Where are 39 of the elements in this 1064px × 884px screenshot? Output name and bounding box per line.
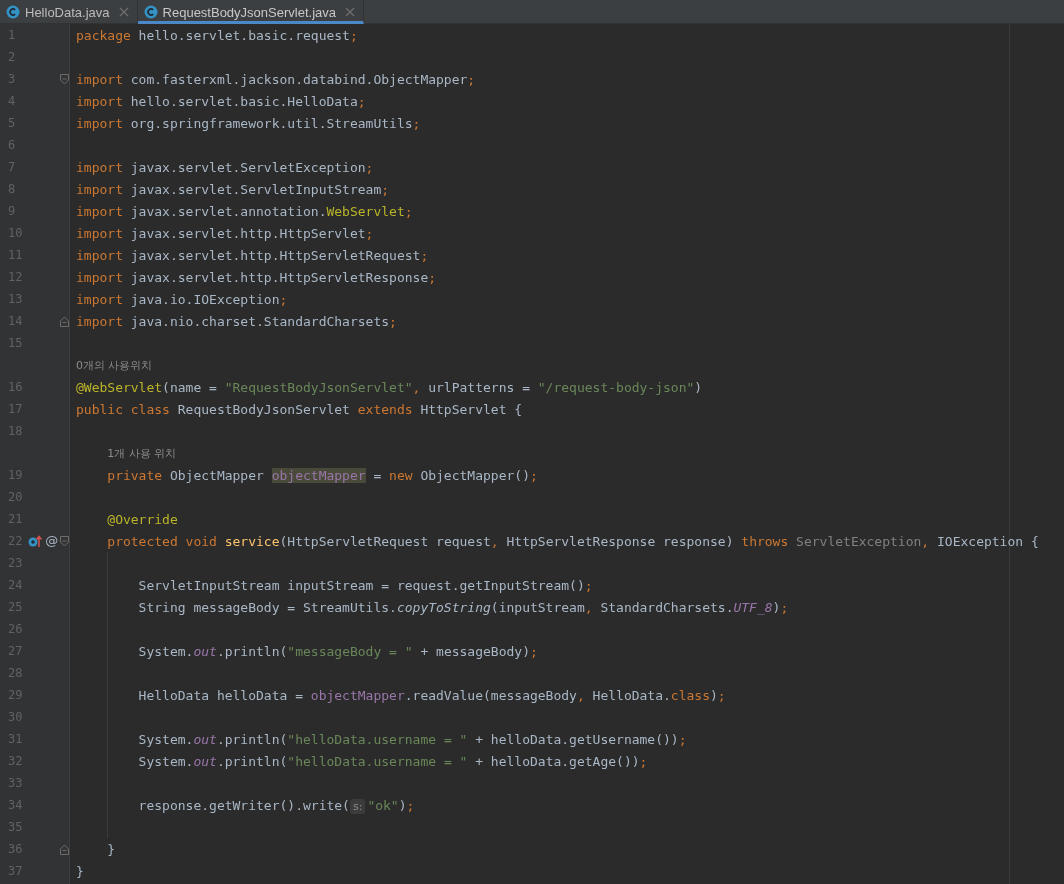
- close-icon[interactable]: [345, 7, 355, 17]
- code-line: import java.nio.charset.StandardCharsets;: [76, 313, 397, 329]
- fold-icon[interactable]: [59, 73, 69, 85]
- code-line: System.out.println("messageBody = " + messageBody);: [137, 643, 538, 659]
- code-line: System.out.println("helloData.username = " + helloData.getUsername());: [137, 731, 687, 747]
- fold-icon[interactable]: [59, 535, 69, 547]
- editor-tab[interactable]: RequestBodyJsonServlet.java: [137, 0, 364, 24]
- usage-hint[interactable]: 1개 사용 위치: [107, 445, 177, 461]
- close-icon[interactable]: [118, 7, 129, 17]
- code-line: public class RequestBodyJsonServlet extends HttpServlet {: [76, 401, 523, 417]
- code-line: import org.springframework.util.StreamUtils;: [76, 115, 421, 131]
- usage-hint[interactable]: 0개의 사용위치: [76, 357, 153, 373]
- code-line: import javax.servlet.http.HttpServlet;: [76, 225, 374, 241]
- code-line: protected void service(HttpServletRequest request, HttpServletResponse response) throws ServletException, IOException {: [106, 533, 1039, 549]
- code-line: System.out.println("helloData.username = " + helloData.getAge());: [137, 753, 648, 769]
- code-line: package hello.servlet.basic.request;: [76, 27, 358, 43]
- overrides-method-icon[interactable]: [28, 534, 43, 548]
- fold-icon[interactable]: [59, 843, 69, 855]
- code-line: ServletInputStream inputStream = request.getInputStream();: [137, 577, 593, 593]
- code-line: }: [106, 841, 116, 857]
- code-line: import java.io.IOException;: [76, 291, 288, 307]
- code-line: String messageBody = StreamUtils.copyToString(inputStream, StandardCharsets.UTF_8);: [137, 599, 789, 615]
- class-file-icon: [6, 5, 20, 19]
- code-line: HelloData helloData = objectMapper.readValue(messageBody, HelloData.class);: [137, 687, 726, 703]
- code-line: import javax.servlet.http.HttpServletRequest;: [76, 247, 429, 263]
- annotation-marker[interactable]: @: [45, 534, 59, 548]
- code-line: import javax.servlet.ServletException;: [76, 159, 374, 175]
- code-line: @Override: [106, 511, 178, 527]
- code-line: import hello.servlet.basic.HelloData;: [76, 93, 366, 109]
- code-line: import com.fasterxml.jackson.databind.ObjectMapper;: [76, 71, 476, 87]
- code-line: response.getWriter().write( s: "ok");: [137, 797, 415, 813]
- code-line: private ObjectMapper objectMapper = new ObjectMapper();: [106, 467, 538, 483]
- class-file-icon: [143, 5, 158, 19]
- fold-icon[interactable]: [59, 315, 69, 327]
- code-line: import javax.servlet.http.HttpServletResponse;: [76, 269, 437, 285]
- code-line: }: [76, 863, 84, 879]
- code-line: @WebServlet(name = "RequestBodyJsonServlet", urlPatterns = "/request-body-json"): [76, 379, 703, 395]
- code-line: import javax.servlet.annotation.WebServlet;: [76, 203, 413, 219]
- code-line: import javax.servlet.ServletInputStream;: [76, 181, 390, 197]
